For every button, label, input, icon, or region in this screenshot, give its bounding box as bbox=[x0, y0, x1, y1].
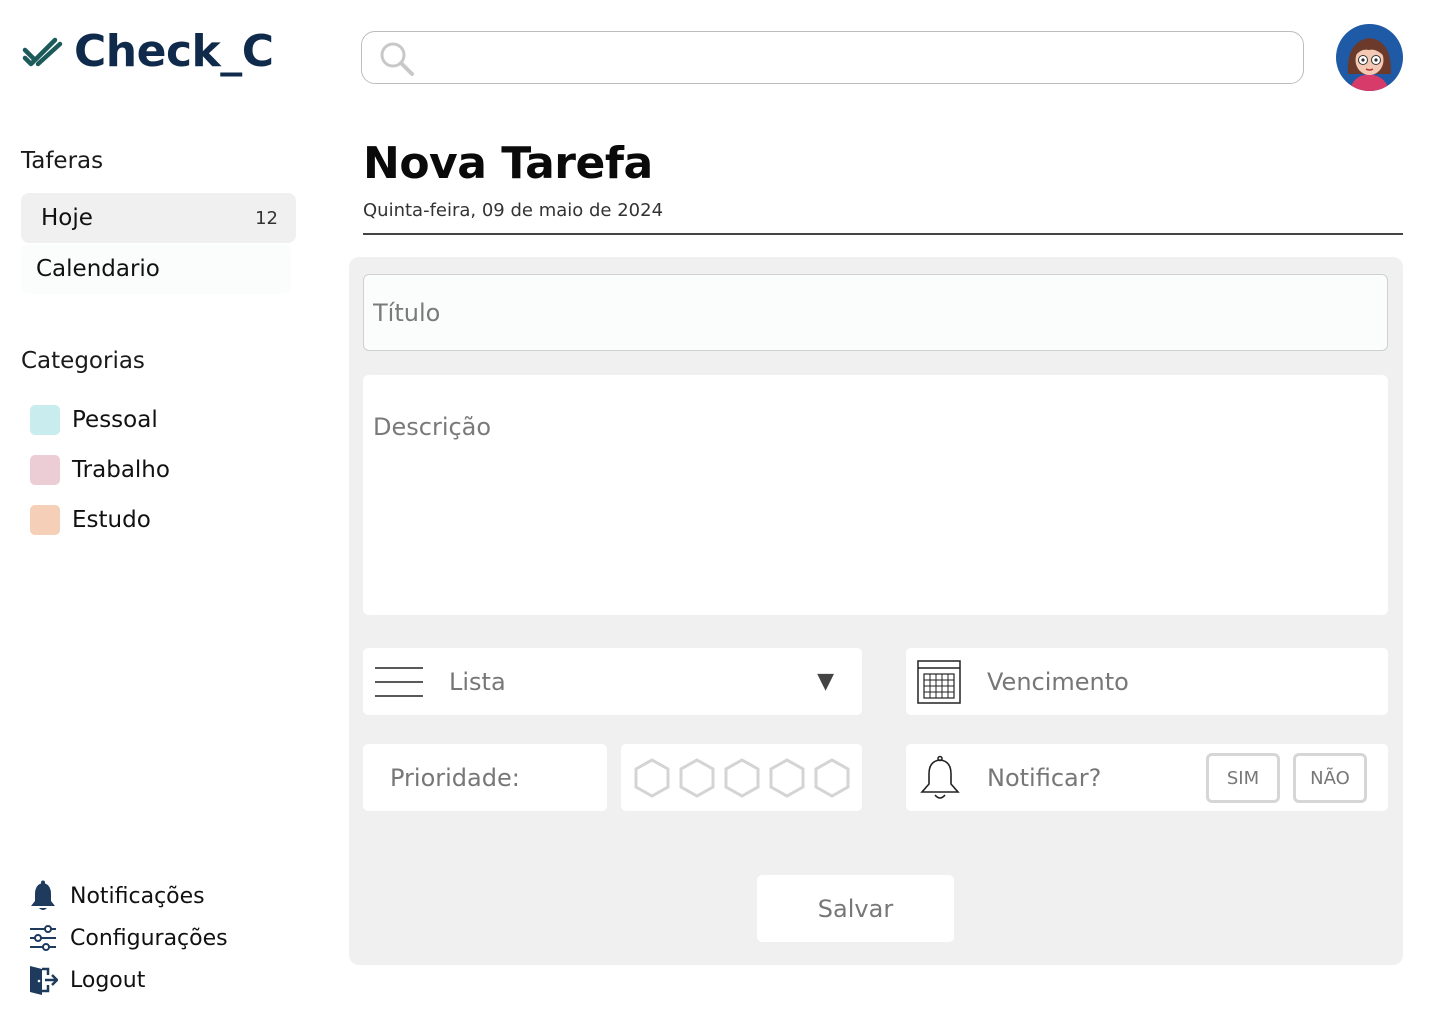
category-color-swatch bbox=[30, 405, 60, 435]
category-color-swatch bbox=[30, 455, 60, 485]
task-description-input[interactable] bbox=[363, 375, 1388, 615]
search-icon bbox=[380, 42, 414, 76]
priority-hexagon-icon[interactable] bbox=[768, 758, 806, 798]
sidebar-notificacoes[interactable]: Notificações bbox=[28, 880, 205, 912]
due-date-picker[interactable]: Vencimento bbox=[906, 648, 1388, 715]
sliders-icon bbox=[30, 925, 56, 951]
due-date-label: Vencimento bbox=[987, 667, 1129, 696]
sidebar-item-label: Hoje bbox=[41, 205, 93, 231]
sidebar-logout[interactable]: Logout bbox=[28, 964, 145, 996]
category-label: Trabalho bbox=[72, 457, 170, 483]
sidebar-item-label: Configurações bbox=[70, 925, 228, 951]
priority-selector bbox=[621, 744, 862, 811]
save-button[interactable]: Salvar bbox=[757, 875, 954, 942]
sidebar-item-calendario[interactable]: Calendario bbox=[21, 244, 291, 294]
notify-row: Notificar? SIM NÃO bbox=[906, 744, 1388, 811]
tasks-section-title: Taferas bbox=[21, 148, 104, 174]
page-date: Quinta-feira, 09 de maio de 2024 bbox=[363, 200, 664, 221]
search-input[interactable] bbox=[428, 40, 1288, 76]
sidebar-configuracoes[interactable]: Configurações bbox=[28, 922, 228, 954]
double-check-icon bbox=[22, 37, 63, 67]
category-pessoal[interactable]: Pessoal bbox=[30, 405, 158, 435]
app-logo: Check_C bbox=[22, 26, 274, 78]
list-icon bbox=[375, 667, 423, 697]
page-title: Nova Tarefa bbox=[363, 138, 653, 189]
app-name: Check_C bbox=[74, 26, 274, 77]
category-trabalho[interactable]: Trabalho bbox=[30, 455, 170, 485]
bell-icon bbox=[31, 880, 55, 910]
category-estudo[interactable]: Estudo bbox=[30, 505, 151, 535]
category-label: Estudo bbox=[72, 507, 151, 533]
logout-icon bbox=[30, 966, 58, 995]
sidebar-item-label: Calendario bbox=[36, 256, 160, 282]
bell-outline-icon bbox=[920, 755, 960, 799]
user-avatar-icon bbox=[1336, 24, 1403, 91]
category-color-swatch bbox=[30, 505, 60, 535]
avatar[interactable] bbox=[1336, 24, 1403, 91]
list-select[interactable]: Lista ▼ bbox=[363, 648, 862, 715]
priority-label: Prioridade: bbox=[390, 763, 520, 792]
category-label: Pessoal bbox=[72, 407, 158, 433]
priority-label-box: Prioridade: bbox=[363, 744, 607, 811]
list-select-label: Lista bbox=[449, 667, 506, 696]
calendar-icon bbox=[917, 660, 961, 704]
dropdown-arrow-icon: ▼ bbox=[817, 669, 834, 694]
task-title-input[interactable] bbox=[363, 274, 1388, 351]
sidebar-item-label: Notificações bbox=[70, 883, 205, 909]
priority-hexagon-icon[interactable] bbox=[813, 758, 851, 798]
header-divider bbox=[363, 233, 1403, 235]
notify-yes-button[interactable]: SIM bbox=[1206, 753, 1280, 803]
priority-hexagon-icon[interactable] bbox=[723, 758, 761, 798]
notify-label: Notificar? bbox=[987, 763, 1102, 792]
priority-hexagon-icon[interactable] bbox=[633, 758, 671, 798]
task-count-badge: 12 bbox=[255, 207, 278, 229]
priority-hexagon-icon[interactable] bbox=[678, 758, 716, 798]
search-bar[interactable] bbox=[361, 31, 1304, 84]
notify-no-button[interactable]: NÃO bbox=[1293, 753, 1367, 803]
sidebar-item-label: Logout bbox=[70, 967, 146, 993]
categories-section-title: Categorias bbox=[21, 348, 145, 374]
sidebar-item-hoje[interactable]: Hoje 12 bbox=[21, 193, 296, 243]
